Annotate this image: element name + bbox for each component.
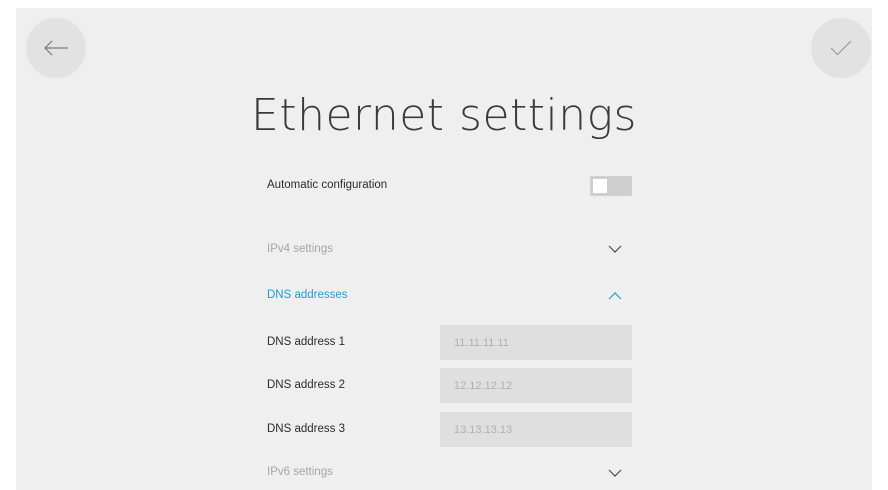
ipv6-expand-toggle[interactable] [608,468,622,478]
dns-address-3-input[interactable]: 13.13.13.13 [440,412,632,447]
dns-addresses-label[interactable]: DNS addresses [267,289,348,301]
automatic-configuration-toggle[interactable] [590,176,632,196]
toggle-knob [593,179,607,193]
page-title: Ethernet settings [251,90,637,141]
ipv4-settings-label[interactable]: IPv4 settings [267,243,333,255]
dns-collapse-toggle[interactable] [608,291,622,301]
dns-address-3-label: DNS address 3 [267,423,345,435]
back-button[interactable] [26,18,86,78]
checkmark-icon [830,40,852,56]
ipv6-settings-label[interactable]: IPv6 settings [267,466,333,478]
ethernet-settings-screen: Ethernet settings Automatic configuratio… [16,8,872,490]
confirm-button[interactable] [811,18,871,78]
dns-address-2-label: DNS address 2 [267,379,345,391]
arrow-left-icon [44,40,68,56]
chevron-down-icon [608,245,622,253]
chevron-down-icon [608,469,622,477]
automatic-configuration-label: Automatic configuration [267,179,388,191]
dns-address-1-label: DNS address 1 [267,336,345,348]
chevron-up-icon [608,292,622,300]
dns-address-1-input[interactable]: 11.11.11.11 [440,325,632,360]
dns-address-2-input[interactable]: 12.12.12.12 [440,368,632,403]
ipv4-expand-toggle[interactable] [608,244,622,254]
